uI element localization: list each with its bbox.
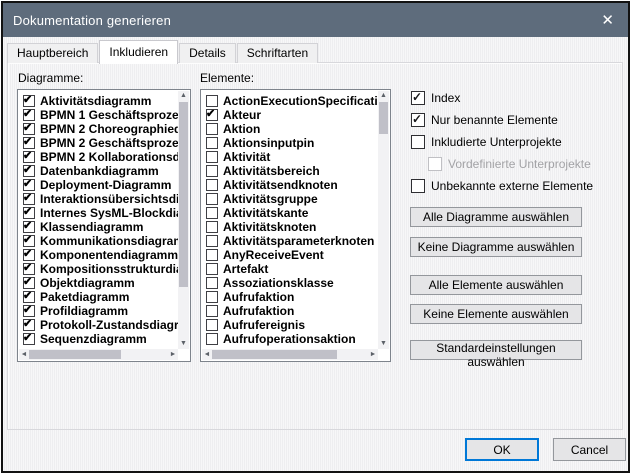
titlebar[interactable]: Dokumentation generieren ✕ [3, 3, 628, 37]
tab-bar: HauptbereichInkludierenDetailsSchriftart… [7, 40, 319, 63]
tab-details[interactable]: Details [179, 43, 236, 63]
tab-page-inkludieren [7, 62, 623, 430]
tab-inkludieren[interactable]: Inkludieren [99, 40, 178, 64]
tab-hauptbereich[interactable]: Hauptbereich [7, 43, 98, 63]
screen: Dokumentation generieren ✕ HauptbereichI… [0, 0, 631, 474]
tab-schriftarten[interactable]: Schriftarten [237, 43, 318, 63]
cancel-button[interactable]: Cancel [553, 438, 626, 461]
dialog-window: Dokumentation generieren ✕ HauptbereichI… [1, 1, 630, 473]
window-title: Dokumentation generieren [13, 13, 171, 28]
ok-button[interactable]: OK [465, 438, 539, 461]
close-icon[interactable]: ✕ [597, 3, 618, 37]
